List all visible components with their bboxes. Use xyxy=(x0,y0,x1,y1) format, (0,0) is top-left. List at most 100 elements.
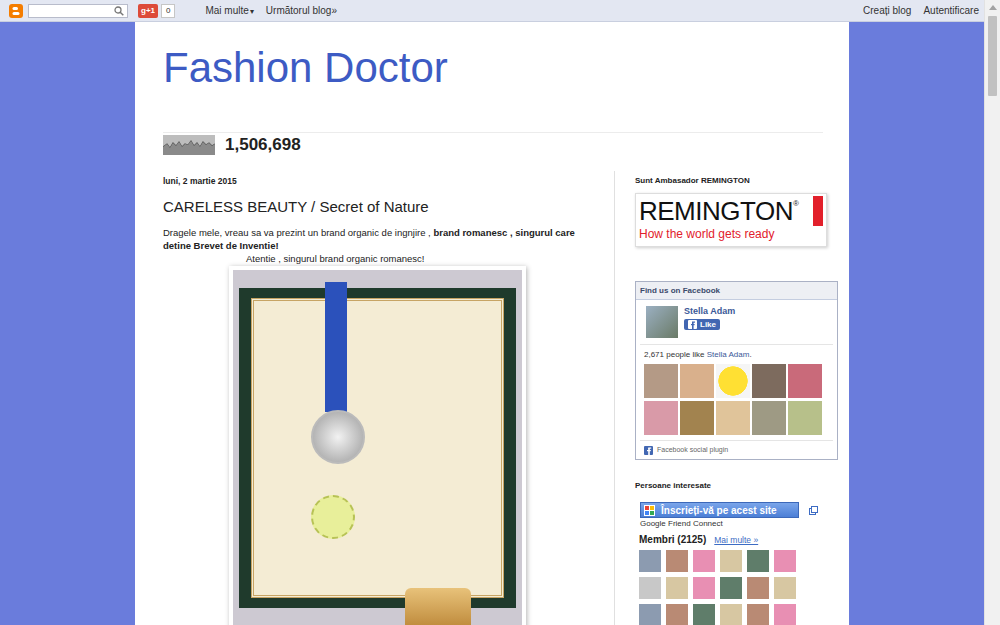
member-avatar[interactable] xyxy=(720,604,742,625)
navbar-right: Creați blog Autentificare xyxy=(851,5,984,16)
member-avatar[interactable] xyxy=(747,604,769,625)
member-avatar[interactable] xyxy=(747,577,769,599)
gfc-row: Înscrieți-vă pe acest site xyxy=(635,502,839,518)
photo-certificate xyxy=(251,298,504,598)
fan-face[interactable] xyxy=(680,364,714,398)
pageview-count: 1,506,698 xyxy=(225,135,301,155)
facebook-icon xyxy=(644,446,653,455)
member-avatar[interactable] xyxy=(639,577,661,599)
photo-image xyxy=(233,270,522,625)
facebook-box: Find us on Facebook Stella Adam Like 2,671… xyxy=(635,281,838,460)
fan-face[interactable] xyxy=(644,364,678,398)
post-note: Atentie , singurul brand organic romanes… xyxy=(246,252,602,265)
like-button[interactable]: Like xyxy=(684,319,720,330)
profile-info: Stella Adam Like xyxy=(684,306,735,338)
blog-title[interactable]: Fashion Doctor xyxy=(163,42,823,94)
member-avatar[interactable] xyxy=(774,550,796,572)
browser-page: g+10 Mai multe▾ Următorul blog» Creați blog… xyxy=(0,0,1000,625)
page-name[interactable]: Stella Adam xyxy=(684,306,735,316)
post-intro: Dragele mele, vreau sa va prezint un bra… xyxy=(163,226,602,252)
member-avatar[interactable] xyxy=(693,577,715,599)
remington-tagline: How the world gets ready xyxy=(639,226,823,242)
member-avatar[interactable] xyxy=(666,550,688,572)
plugin-label: Facebook social plugin xyxy=(657,445,728,455)
photo-folder xyxy=(239,288,516,608)
more-menu[interactable]: Mai multe▾ xyxy=(205,5,253,16)
viewport: g+10 Mai multe▾ Următorul blog» Creați blog… xyxy=(0,0,984,625)
facebook-icon xyxy=(688,320,697,329)
post-date: luni, 2 martie 2015 xyxy=(163,175,602,187)
member-avatar[interactable] xyxy=(774,577,796,599)
remington-logo: REMINGTON® xyxy=(639,196,823,226)
fan-face[interactable] xyxy=(716,401,750,435)
profile-picture[interactable] xyxy=(646,306,678,338)
red-bar-icon xyxy=(813,196,823,226)
search-field[interactable] xyxy=(28,4,128,18)
blog-column: Fashion Doctor 1,506,698 luni, 2 martie 20… xyxy=(135,22,849,625)
scroll-up-icon[interactable] xyxy=(989,5,997,10)
post-photo[interactable] xyxy=(229,266,526,625)
gplus-button[interactable]: g+1 xyxy=(138,4,158,18)
registered-mark: ® xyxy=(793,199,799,208)
scrollbar[interactable] xyxy=(984,0,1000,625)
fan-face[interactable] xyxy=(788,401,822,435)
members-row: Membri (2125) Mai multe » xyxy=(635,533,839,547)
photo-medal xyxy=(311,410,365,464)
members-more-link[interactable]: Mai multe » xyxy=(714,533,758,547)
blog-body: luni, 2 martie 2015 CARELESS BEAUTY / Sec… xyxy=(163,171,823,625)
caret-icon: ▾ xyxy=(250,7,254,16)
member-avatar[interactable] xyxy=(639,604,661,625)
facebook-header: Find us on Facebook xyxy=(636,282,837,300)
fan-face[interactable] xyxy=(716,364,750,398)
member-avatar[interactable] xyxy=(747,550,769,572)
gplus-count: 0 xyxy=(161,4,175,18)
member-avatar[interactable] xyxy=(693,604,715,625)
scroll-thumb[interactable] xyxy=(988,16,997,96)
member-avatar[interactable] xyxy=(639,550,661,572)
facebook-footer: Facebook social plugin xyxy=(636,441,837,459)
page-link[interactable]: Stella Adam xyxy=(707,350,750,359)
fan-face[interactable] xyxy=(788,364,822,398)
magnifier-icon[interactable] xyxy=(114,6,124,16)
like-count: 2,671 people like Stella Adam. xyxy=(636,345,837,364)
pageview-stats: 1,506,698 xyxy=(163,132,823,155)
member-avatar[interactable] xyxy=(666,604,688,625)
sign-in-link[interactable]: Autentificare xyxy=(923,5,979,16)
navbar-left: g+10 Mai multe▾ Următorul blog» xyxy=(0,4,337,18)
sidebar: Sunt Ambasador REMINGTONREMINGTON®How th… xyxy=(615,171,839,625)
gfc-provider: Google Friend Connect xyxy=(635,518,839,529)
main-column: luni, 2 martie 2015 CARELESS BEAUTY / Sec… xyxy=(163,171,615,625)
followers-title: Persoane interesate xyxy=(635,480,839,492)
blogger-navbar: g+10 Mai multe▾ Următorul blog» Creați blog… xyxy=(0,0,984,22)
fan-face[interactable] xyxy=(752,364,786,398)
ambassador-title: Sunt Ambasador REMINGTON xyxy=(635,175,839,187)
blogger-logo-icon[interactable] xyxy=(9,4,23,18)
fan-face[interactable] xyxy=(680,401,714,435)
facebook-profile: Stella Adam Like xyxy=(640,300,833,345)
create-blog-link[interactable]: Creați blog xyxy=(863,5,911,16)
member-avatar[interactable] xyxy=(720,577,742,599)
page-background: Fashion Doctor 1,506,698 luni, 2 martie 20… xyxy=(0,22,984,625)
next-blog-link[interactable]: Următorul blog» xyxy=(266,5,337,16)
members-count: Membri (2125) xyxy=(639,533,706,547)
fan-face[interactable] xyxy=(644,401,678,435)
remington-banner[interactable]: REMINGTON®How the world gets ready xyxy=(635,193,827,247)
member-avatar[interactable] xyxy=(693,550,715,572)
photo-jar xyxy=(405,588,471,625)
blog-header: Fashion Doctor xyxy=(163,22,823,94)
fan-faces xyxy=(640,364,833,441)
photo-ribbon xyxy=(325,282,347,412)
intro-segment: Dragele mele, vreau sa va prezint un bra… xyxy=(163,227,433,238)
google-icon xyxy=(644,505,655,516)
sparkline-icon xyxy=(163,135,215,155)
member-avatar[interactable] xyxy=(774,604,796,625)
expand-icon[interactable] xyxy=(809,506,818,515)
member-avatar[interactable] xyxy=(720,550,742,572)
post-title[interactable]: CARELESS BEAUTY / Secret of Nature xyxy=(163,198,602,216)
member-avatar[interactable] xyxy=(666,577,688,599)
remington-wordmark: REMINGTON xyxy=(639,196,793,226)
fan-face[interactable] xyxy=(752,401,786,435)
join-button[interactable]: Înscrieți-vă pe acest site xyxy=(640,502,799,518)
photo-seal xyxy=(311,495,355,539)
member-avatars xyxy=(635,550,839,625)
